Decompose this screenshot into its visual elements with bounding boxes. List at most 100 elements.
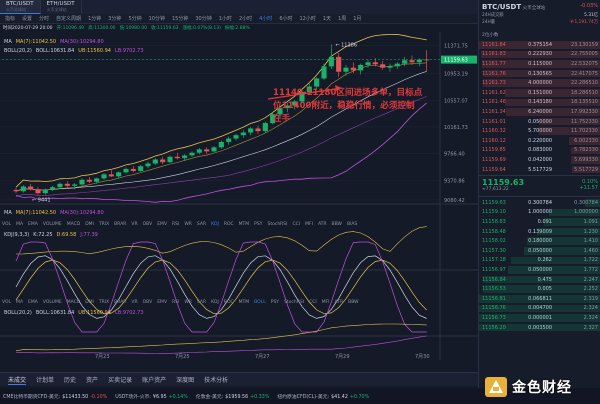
bid-row[interactable]: 11157.18 0.262 1.722 <box>479 256 600 266</box>
indicator-tab[interactable]: MTM <box>239 222 250 227</box>
bid-row[interactable]: 11157.30 0.050000 1.460 <box>479 246 600 256</box>
bid-row[interactable]: 11158.83 0.091 1.091 <box>479 217 600 227</box>
indicator-tab[interactable]: BBW <box>348 300 358 305</box>
tab-btc-usdt[interactable]: BTC/USDT 火币全球站 <box>0 0 41 14</box>
ask-row[interactable]: 11161.84 0.375154 23.130159 <box>479 40 600 50</box>
timeframe-option[interactable]: 30分钟 <box>192 15 214 22</box>
indicator-tab[interactable]: ROC <box>224 300 234 305</box>
indicator-tab[interactable]: DMI <box>85 222 94 227</box>
ask-row[interactable]: 11161.62 0.151000 18.286510 <box>479 88 600 98</box>
timeframe-option[interactable]: 1天 <box>320 15 334 22</box>
timeframe-option[interactable]: 分时 <box>36 15 52 22</box>
timeframe-option[interactable]: 指标 <box>2 15 18 22</box>
bottom-tab[interactable]: 资产 <box>86 375 98 384</box>
ask-row[interactable]: 11161.83 0.222930 22.755005 <box>479 50 600 60</box>
timeframe-option[interactable]: 1小时 <box>216 15 235 22</box>
bottom-tab[interactable]: 技术分析 <box>204 375 228 384</box>
tab-eth-usdt[interactable]: ETH/USDT 火币全球站 <box>41 0 82 14</box>
indicator-tab[interactable]: MTM <box>239 300 250 305</box>
ask-row[interactable]: 11159.69 0.042000 5.699330 <box>479 155 600 165</box>
indicator-tab[interactable]: VOL <box>2 222 11 227</box>
bid-row[interactable]: 11158.02 0.180000 1.410 <box>479 236 600 246</box>
indicator-tab[interactable]: ATR <box>335 300 344 305</box>
ask-row[interactable]: 11159.85 0.083000 5.782330 <box>479 146 600 156</box>
indicator-tab[interactable]: StochRSI <box>267 222 287 227</box>
indicator-tab[interactable]: MACD <box>67 222 81 227</box>
indicator-tab[interactable]: StochRSI <box>284 300 304 305</box>
timeframe-option[interactable]: 4小时 <box>256 15 275 22</box>
ask-row[interactable]: 11160.32 5.700000 11.702330 <box>479 126 600 136</box>
indicator-tab[interactable]: BOLL <box>254 300 266 305</box>
timeframe-option[interactable]: 15分钟 <box>169 15 191 22</box>
timeframe-option[interactable]: 1周 <box>335 15 349 22</box>
indicator-tab[interactable]: RSI <box>172 300 179 305</box>
indicator-tab[interactable]: PSY <box>271 300 279 305</box>
ask-row[interactable]: 11161.46 0.143180 18.135510 <box>479 98 600 108</box>
timeframe-option[interactable]: 1分钟 <box>85 15 104 22</box>
bid-row[interactable]: 11159.63 0.300784 0.300784 <box>479 198 600 208</box>
indicator-tab[interactable]: OBV <box>143 300 153 305</box>
ask-row[interactable]: 11160.12 0.220000 6.002330 <box>479 136 600 146</box>
bottom-tab[interactable]: 历史 <box>64 375 76 384</box>
indicator-tab[interactable]: MA <box>16 300 23 305</box>
ticker-item[interactable]: USDT场外-火币: ¥6.95 +0.14% <box>115 393 188 400</box>
ticker-item[interactable]: CME比特币期货CFD-美元: $11433.50 -0.10% <box>3 393 107 400</box>
indicator-tab[interactable]: MFI <box>322 300 330 305</box>
indicator-tab[interactable]: OBV <box>143 222 153 227</box>
indicator-tab[interactable]: PSY <box>254 222 262 227</box>
bid-row[interactable]: 11156.76 0.004700 2.324 <box>479 304 600 314</box>
indicator-tab[interactable]: VOLUME <box>43 222 62 227</box>
indicator-tab[interactable]: BBW <box>332 222 342 227</box>
bid-row[interactable]: 11156.97 0.050000 1.772 <box>479 265 600 275</box>
timeframe-option[interactable]: 10分钟 <box>146 15 168 22</box>
indicator-tab[interactable]: ROC <box>224 222 234 227</box>
indicator-tab[interactable]: VOL <box>2 300 11 305</box>
indicator-tab[interactable]: KDJ <box>211 300 219 305</box>
bid-row[interactable]: 11156.20 0.003500 2.327 <box>479 323 600 333</box>
ticker-item[interactable]: 伦敦金-美元: $1959.56 +0.33% <box>196 393 270 400</box>
bid-row[interactable]: 11156.84 0.475 2.247 <box>479 275 600 285</box>
bottom-tab[interactable]: 账户资产 <box>142 375 166 384</box>
indicator-tab[interactable]: DMI <box>85 300 94 305</box>
bid-row[interactable]: 11159.10 1.000000 1.000000 <box>479 208 600 218</box>
ask-row[interactable]: 11161.73 4.000000 22.286510 <box>479 78 600 88</box>
indicator-tab[interactable]: EMA <box>28 222 38 227</box>
depth-precision-select[interactable]: 2位小数 <box>482 32 498 38</box>
ask-row[interactable]: 11161.76 0.130565 22.417075 <box>479 69 600 79</box>
kline-chart-area[interactable]: 11371.75 10953.19 10557.07 10161.73 9766.40 9… <box>0 32 478 360</box>
indicator-tab[interactable]: BIAS <box>347 222 357 227</box>
indicator-tab[interactable]: EMV <box>157 300 167 305</box>
indicator-tab[interactable]: MACD <box>67 300 81 305</box>
indicator-tab[interactable]: RSI <box>172 222 179 227</box>
ask-row[interactable]: 11161.01 0.050000 11.752330 <box>479 117 600 127</box>
bid-row[interactable]: 11156.53 0.005 2.252 <box>479 284 600 294</box>
indicator-tab[interactable]: TRIX <box>99 222 109 227</box>
indicator-tab[interactable]: BRAR <box>114 300 126 305</box>
bid-row[interactable]: 11158.48 0.139009 1.230 <box>479 227 600 237</box>
indicator-tab[interactable]: VR <box>131 300 137 305</box>
timeframe-option[interactable]: 设置 <box>19 15 35 22</box>
indicator-tab[interactable]: WR <box>184 300 192 305</box>
indicator-tab[interactable]: EMA <box>28 300 38 305</box>
bottom-tab[interactable]: 未成交 <box>8 375 27 385</box>
indicator-tab[interactable]: MA <box>16 222 23 227</box>
ask-row[interactable]: 11161.77 0.115000 22.532075 <box>479 59 600 69</box>
indicator-tab[interactable]: CCI <box>293 222 301 227</box>
indicator-tab[interactable]: SAR <box>197 300 206 305</box>
bid-row[interactable]: 11156.81 0.066811 2.319 <box>479 294 600 304</box>
ask-row[interactable]: 11159.64 5.517729 5.517729 <box>479 165 600 175</box>
timeframe-option[interactable]: 6小时 <box>276 15 295 22</box>
indicator-tab[interactable]: VOLUME <box>43 300 62 305</box>
timeframe-option[interactable]: 2小时 <box>236 15 255 22</box>
indicator-tab[interactable]: EMV <box>157 222 167 227</box>
ask-row[interactable]: 11161.34 6.240000 17.992330 <box>479 107 600 117</box>
timeframe-option[interactable]: 12小时 <box>297 15 319 22</box>
timeframe-option[interactable]: 5分钟 <box>125 15 144 22</box>
bottom-tab[interactable]: 计划单 <box>36 375 54 384</box>
ticker-item[interactable]: 纽约原油CFD(CL)-美元: $41.42 +0.70% <box>277 393 369 400</box>
indicator-tab[interactable]: KDJ <box>211 222 219 227</box>
indicator-tab[interactable]: MFI <box>305 222 313 227</box>
timeframe-option[interactable]: 3分钟 <box>105 15 124 22</box>
indicator-tab[interactable]: VR <box>131 222 137 227</box>
timeframe-option[interactable]: 自定义周期 <box>53 15 84 22</box>
